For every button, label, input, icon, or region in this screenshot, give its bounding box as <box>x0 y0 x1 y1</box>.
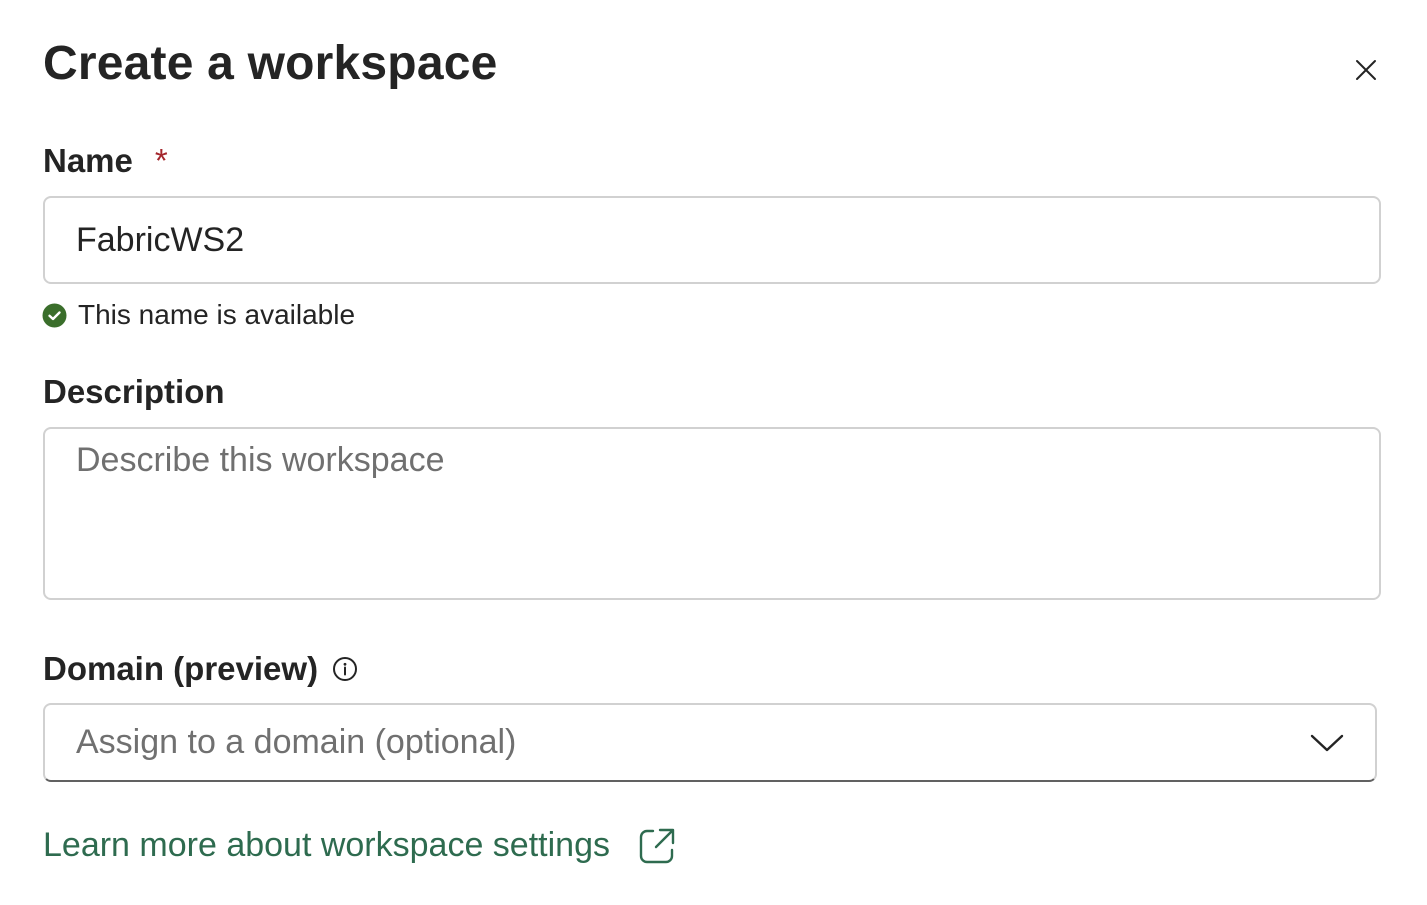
description-label: Description <box>43 373 225 410</box>
external-link-icon <box>638 827 676 865</box>
name-availability-message: This name is available <box>42 299 355 331</box>
name-input[interactable] <box>43 196 1381 284</box>
learn-more-link[interactable]: Learn more about workspace settings <box>43 826 676 865</box>
name-label: Name * <box>43 142 168 180</box>
check-circle-icon <box>42 303 67 328</box>
domain-dropdown-placeholder: Assign to a domain (optional) <box>76 723 517 761</box>
dialog-title: Create a workspace <box>43 37 498 90</box>
domain-label: Domain (preview) <box>43 650 358 688</box>
info-icon[interactable] <box>332 656 358 682</box>
description-textarea[interactable] <box>43 427 1381 600</box>
domain-dropdown[interactable]: Assign to a domain (optional) <box>43 703 1377 782</box>
required-marker: * <box>154 142 168 179</box>
domain-label-text: Domain (preview) <box>43 650 319 687</box>
chevron-down-icon <box>1310 733 1344 753</box>
close-icon <box>1356 60 1376 80</box>
close-button[interactable] <box>1350 54 1382 86</box>
availability-text: This name is available <box>78 299 356 330</box>
name-label-text: Name <box>43 142 133 179</box>
create-workspace-panel: Create a workspace Name * This name is av… <box>0 0 1427 905</box>
learn-more-text: Learn more about workspace settings <box>43 826 610 864</box>
